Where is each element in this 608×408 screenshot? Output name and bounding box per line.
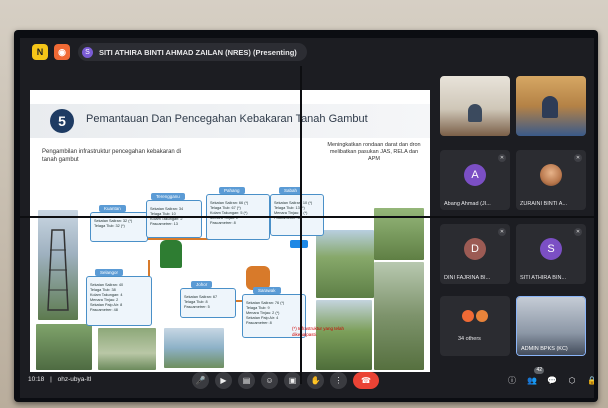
participant-tile[interactable] <box>440 76 510 136</box>
participant-name: ADMIN BPKS (KC) <box>521 346 568 352</box>
info-box-selangor: Selangor Sekatan Saliran: 40 Telaga Tiub… <box>86 269 152 326</box>
box-line: Pascametrer: 5 <box>184 305 210 309</box>
participant-name: Abang Ahmad (JI... <box>444 201 491 207</box>
presenter-avatar: S <box>82 46 93 58</box>
box-line: Telaga Tiub: 32 (*) <box>94 224 125 228</box>
emoji-button[interactable]: ☺ <box>261 372 278 389</box>
box-header: Terengganu <box>151 193 185 200</box>
camera-button[interactable]: ▶ <box>215 372 232 389</box>
activities-icon[interactable]: ⬡ <box>566 374 578 386</box>
firefighter-photo <box>374 262 424 370</box>
mic-off-icon: ✕ <box>574 228 582 236</box>
info-box-terengganu: Terengganu Sekatan Saliran: 34 Telaga Ti… <box>146 193 202 238</box>
participant-tile[interactable]: ADMIN BPKS (KC) <box>516 296 586 356</box>
raise-hand-button[interactable]: ✋ <box>307 372 324 389</box>
box-line: Pascametrer: 8 <box>210 221 236 225</box>
call-controls: 🎤 ▶ ▤ ☺ ▣ ✋ ⋮ ☎ <box>192 372 379 389</box>
box-header: Sarawak <box>253 287 281 294</box>
monitor-seam <box>300 66 302 384</box>
mic-off-icon: ✕ <box>574 154 582 162</box>
participant-name: SITI ATHIRA BIN... <box>520 275 567 281</box>
box-line: Pascametrer: 48 <box>90 308 118 312</box>
participant-tile[interactable]: ✕ ZURAINI BINTI A... <box>516 150 586 210</box>
box-header: Selangor <box>95 269 124 276</box>
info-box-sabah: Sabah Sekatan Saliran: 10 (*) Telaga Tiu… <box>270 187 324 236</box>
box-header: Pahang <box>219 187 245 194</box>
mic-button[interactable]: 🎤 <box>192 372 209 389</box>
lock-icon[interactable]: 🔒 <box>586 374 594 386</box>
participant-photo <box>540 164 562 186</box>
others-avatar-icon <box>476 310 488 322</box>
slide-title: Pemantauan Dan Pencegahan Kebakaran Tana… <box>86 113 368 125</box>
presenter-label: SITI ATHIRA BINTI AHMAD ZAILAN (NRES) (P… <box>99 47 297 57</box>
participant-figure <box>542 96 558 118</box>
participant-avatar: S <box>540 238 562 260</box>
box-header: Sabah <box>279 187 303 194</box>
participant-tile[interactable]: ✕ A Abang Ahmad (JI... <box>440 150 510 210</box>
end-call-button[interactable]: ☎ <box>353 372 379 389</box>
slide-subtitle: Pengambilan infrastruktur pencegahan keb… <box>42 149 182 163</box>
more-options-button[interactable]: ⋮ <box>330 372 347 389</box>
others-avatars <box>462 310 488 322</box>
present-button[interactable]: ▣ <box>284 372 301 389</box>
worker-illustration <box>160 240 182 268</box>
info-icon[interactable]: ⓘ <box>506 374 518 386</box>
road-aerial-photo <box>316 230 374 298</box>
others-avatar-icon <box>462 310 474 322</box>
monitor-seam <box>20 216 594 218</box>
participant-avatar: A <box>464 164 486 186</box>
box-header: Johor <box>191 281 213 288</box>
slide-right-text: Meningkatkan rondaan darat dan dron meli… <box>327 142 421 162</box>
people-icon[interactable]: 👥 42 <box>526 367 544 386</box>
participant-tile[interactable] <box>516 76 586 136</box>
slide-header: 5 Pemantauan Dan Pencegahan Kebakaran Ta… <box>30 104 430 138</box>
presenter-chip[interactable]: S SITI ATHIRA BINTI AHMAD ZAILAN (NRES) … <box>78 43 307 61</box>
participant-tile[interactable]: ✕ S SITI ATHIRA BIN... <box>516 224 586 284</box>
app-logo-icon: N <box>32 44 48 60</box>
box-header: Kuantan <box>99 205 126 212</box>
mic-off-icon: ✕ <box>498 154 506 162</box>
meeting-time: 10:18 <box>28 376 45 383</box>
captions-button[interactable]: ▤ <box>238 372 255 389</box>
info-box-johor: Johor Sekatan Saliran: 67 Telaga Tiub: 8… <box>180 281 236 318</box>
others-tile[interactable]: 34 others <box>440 296 510 356</box>
tower-photo <box>38 210 78 320</box>
bottom-bar: 10:18 | ohz-ubya-ltl 🎤 ▶ ▤ ☺ ▣ ✋ ⋮ ☎ ⓘ 👥… <box>20 364 594 398</box>
pond-photo <box>164 328 224 368</box>
others-count: 34 others <box>458 336 481 342</box>
participant-tile[interactable]: ✕ D DINI FAJRINA BI... <box>440 224 510 284</box>
side-controls: ⓘ 👥 42 💬 ⬡ 🔒 <box>506 367 594 386</box>
mic-off-icon: ✕ <box>498 228 506 236</box>
top-bar: N ◉ S SITI ATHIRA BINTI AHMAD ZAILAN (NR… <box>20 38 594 66</box>
drone-illustration <box>290 240 308 248</box>
participant-count-badge: 42 <box>534 367 544 374</box>
shared-slide: 5 Pemantauan Dan Pencegahan Kebakaran Ta… <box>30 90 430 372</box>
meeting-code: ohz-ubya-ltl <box>57 376 92 383</box>
box-line: Pascametrer: 13 <box>150 222 178 226</box>
chat-icon[interactable]: 💬 <box>546 374 558 386</box>
app-icon[interactable]: ◉ <box>54 44 70 60</box>
participant-figure <box>468 104 482 122</box>
slide-number: 5 <box>50 109 74 133</box>
participant-name: DINI FAJRINA BI... <box>444 275 491 281</box>
meeting-screen: N ◉ S SITI ATHIRA BINTI AHMAD ZAILAN (NR… <box>20 38 594 398</box>
meeting-info: 10:18 | ohz-ubya-ltl <box>28 376 92 383</box>
participant-name: ZURAINI BINTI A... <box>520 201 568 207</box>
participant-avatar: D <box>464 238 486 260</box>
slide-footnote: (*) Infrastruktur yang telah dikenalpast… <box>292 326 345 337</box>
